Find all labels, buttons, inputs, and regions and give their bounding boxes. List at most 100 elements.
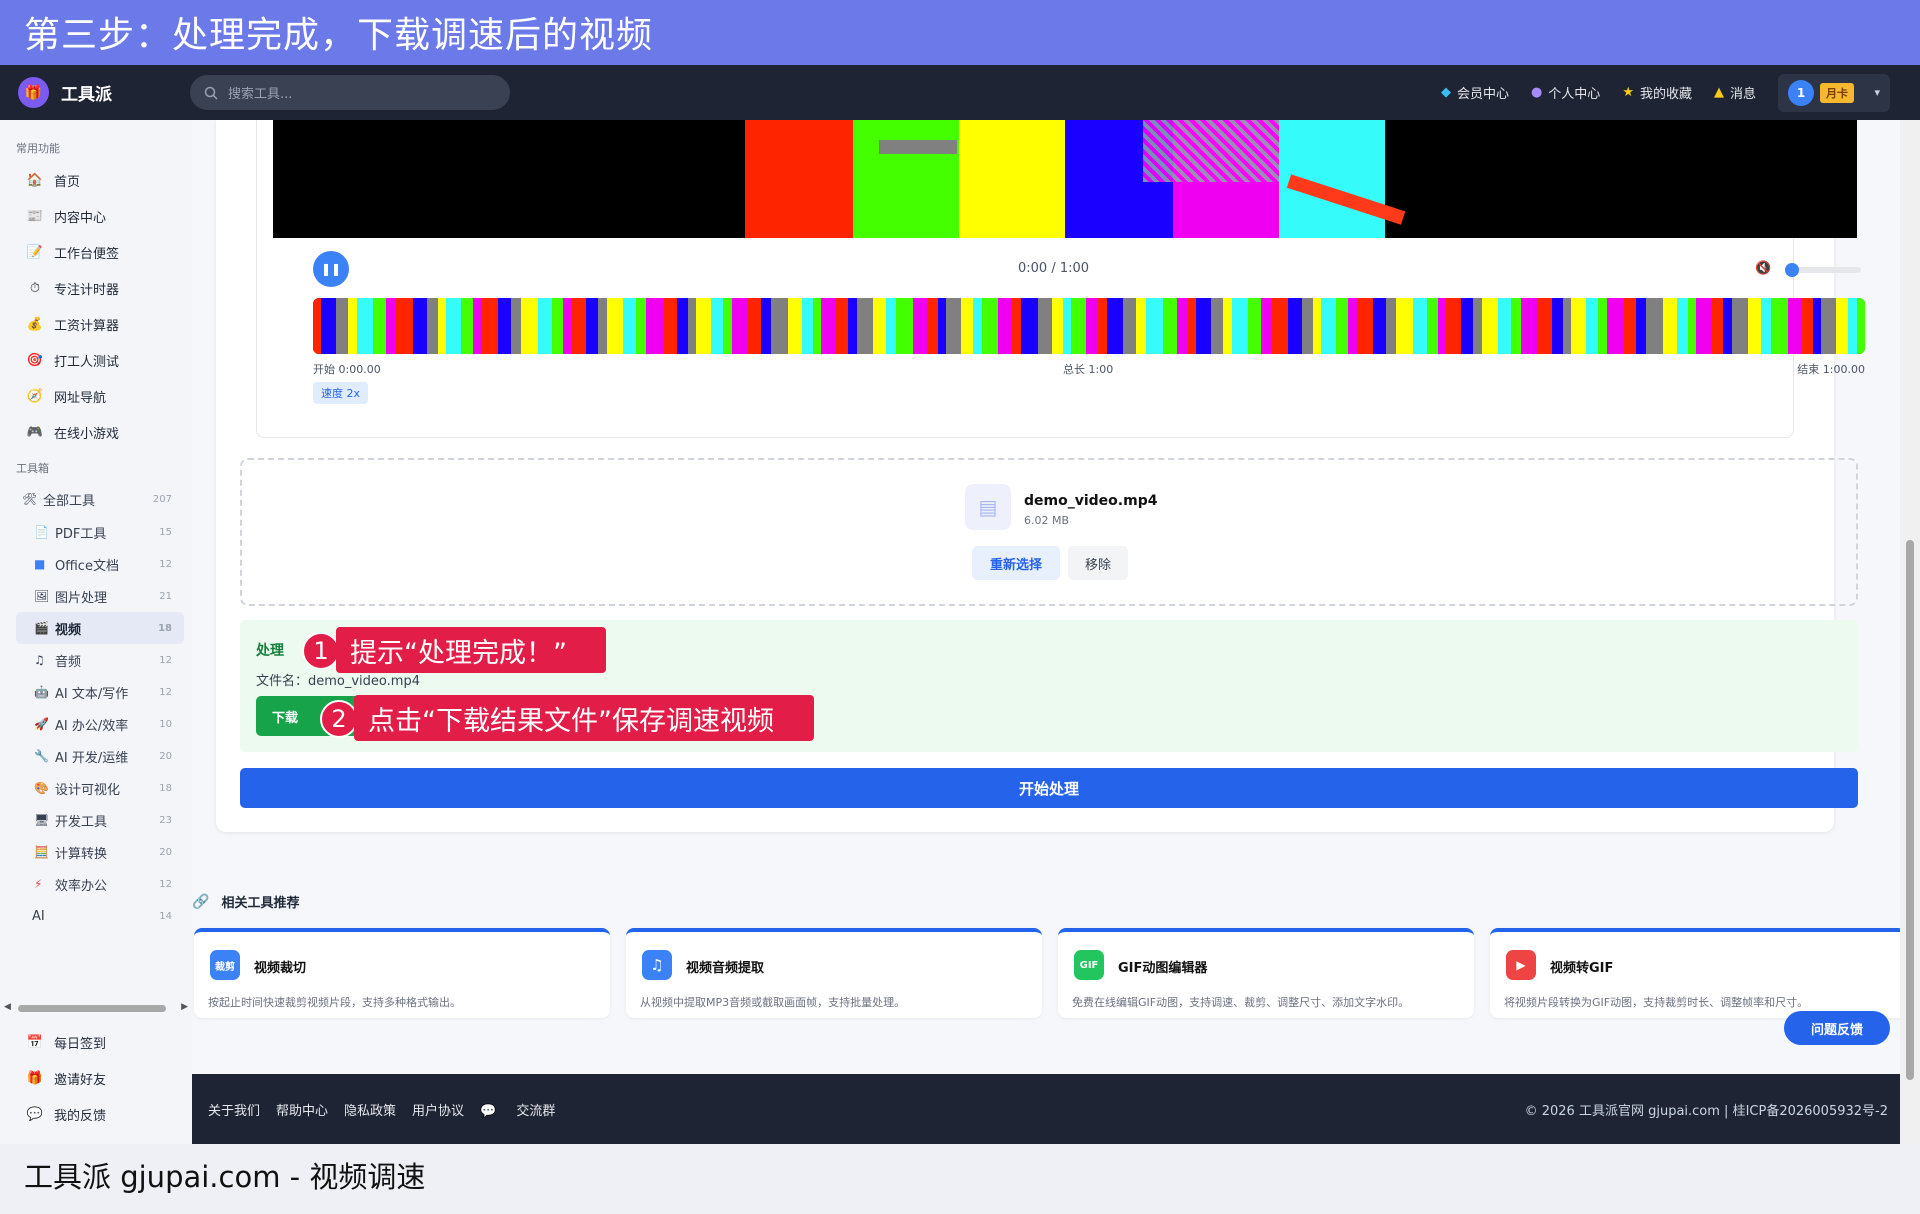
timeline-frame-stripe <box>1336 298 1348 354</box>
reselect-button[interactable]: 重新选择 <box>972 546 1060 580</box>
sidebar-item-image[interactable]: 🖼 图片处理 21 <box>0 580 192 612</box>
timeline-frame-stripe <box>998 298 1011 354</box>
related-card-video-to-gif[interactable]: ▶ 视频转GIF 将视频片段转换为GIF动图，支持裁剪时长、调整帧率和尺寸。 <box>1490 928 1900 1018</box>
pause-button[interactable]: ❚❚ <box>313 251 349 287</box>
footer-link-terms[interactable]: 用户协议 <box>412 1100 464 1119</box>
sidebar-item-checkin[interactable]: 📅 每日签到 <box>0 1024 192 1060</box>
timeline-frame-stripe <box>723 298 732 354</box>
timeline-frame-stripe <box>1552 298 1563 354</box>
sidebar: 常用功能 🏠 首页 📰 内容中心 📝 工作台便签 ⏱ 专注计时器 💰 工资计算器 🎯 打工人… <box>0 120 192 1144</box>
related-card-gif-editor[interactable]: GIF GIF动图编辑器 免费在线编辑GIF动图，支持调速、裁剪、调整尺寸、添加… <box>1058 928 1474 1018</box>
sidebar-item-nav[interactable]: 🧭 网址导航 <box>0 378 192 414</box>
sidebar-item-notes[interactable]: 📝 工作台便签 <box>0 234 192 270</box>
scrollbar-thumb[interactable] <box>1906 540 1914 1080</box>
membership-badge: 月卡 <box>1820 82 1854 103</box>
user-icon: ● <box>1530 85 1543 100</box>
upload-dropzone[interactable]: ▤ demo_video.mp4 6.02 MB 重新选择 移除 <box>240 458 1858 606</box>
sidebar-item-salary[interactable]: 💰 工资计算器 <box>0 306 192 342</box>
sidebar-item-calc[interactable]: 🧮 计算转换 20 <box>0 836 192 868</box>
timeline-frame-stripe <box>857 298 873 354</box>
sidebar-item-design[interactable]: 🎨 设计可视化 18 <box>0 772 192 804</box>
video-preview[interactable] <box>273 120 1857 238</box>
sidebar-item-content[interactable]: 📰 内容中心 <box>0 198 192 234</box>
sidebar-item-office[interactable]: ■ Office文档 12 <box>0 548 192 580</box>
sidebar-item-audio[interactable]: ♫ 音频 12 <box>0 644 192 676</box>
sidebar-item-invite[interactable]: 🎁 邀请好友 <box>0 1060 192 1096</box>
feedback-button[interactable]: 问题反馈 <box>1784 1011 1890 1045</box>
timeline-frame-stripe <box>1357 298 1373 354</box>
sidebar-item-home[interactable]: 🏠 首页 <box>0 162 192 198</box>
search-input[interactable]: 搜索工具... <box>190 75 510 110</box>
sidebar-item-video[interactable]: 🎬 视频 18 <box>16 612 184 644</box>
sidebar-item-timer[interactable]: ⏱ 专注计时器 <box>0 270 192 306</box>
volume-slider[interactable] <box>1785 263 1861 277</box>
sidebar-item-ai[interactable]: AI 14 <box>0 900 192 932</box>
timeline-frame-stripe <box>521 298 538 354</box>
nav-favorites[interactable]: ★ 我的收藏 <box>1622 83 1692 102</box>
nav-messages[interactable]: ▲ 消息 <box>1714 83 1756 102</box>
volume-knob[interactable] <box>1785 263 1799 277</box>
nav-personal-center[interactable]: ● 个人中心 <box>1531 83 1600 102</box>
link-icon: 🔗 <box>192 893 210 910</box>
timeline-frame-stripe <box>563 298 571 354</box>
mute-icon[interactable]: 🔇 <box>1755 261 1771 276</box>
footer-link-privacy[interactable]: 隐私政策 <box>344 1100 396 1119</box>
timeline-frame-stripe <box>1732 298 1748 354</box>
timeline-frame-stripe <box>1396 298 1413 354</box>
sidebar-item-games[interactable]: 🎮 在线小游戏 <box>0 414 192 450</box>
sidebar-item-all-tools[interactable]: 🛠 全部工具 207 <box>0 482 192 516</box>
player-controls: ❚❚ 0:00 / 1:00 🔇 <box>313 251 1881 287</box>
related-card-video-cut[interactable]: 裁剪 视频裁切 按起止时间快速裁剪视频片段，支持多种格式输出。 <box>194 928 610 1018</box>
timeline-frame-stripe <box>1461 298 1473 354</box>
timeline-frame-stripe <box>836 298 848 354</box>
site-logo[interactable]: 🎁 工具派 <box>18 77 190 108</box>
top-navbar: 🎁 工具派 搜索工具... ◆ 会员中心 ● 个人中心 ★ 我的收藏 ▲ 消息 1 月卡… <box>0 65 1920 120</box>
scrollbar-thumb[interactable] <box>18 1005 166 1012</box>
footer-link-about[interactable]: 关于我们 <box>208 1100 260 1119</box>
timeline-frame-stripe <box>623 298 636 354</box>
timeline-frame-stripe <box>1482 298 1498 354</box>
sidebar-horizontal-scrollbar[interactable]: ◀ ▶ <box>4 1000 188 1016</box>
money-icon: 💰 <box>26 316 44 332</box>
document-icon: ■ <box>34 557 46 571</box>
timeline-frame-stripe <box>1623 298 1636 354</box>
related-card-audio-extract[interactable]: ♫ 视频音频提取 从视频中提取MP3音频或截取画面帧，支持批量处理。 <box>626 928 1042 1018</box>
sidebar-item-efficiency[interactable]: ⚡ 效率办公 12 <box>0 868 192 900</box>
video-frame-stripe <box>745 120 853 238</box>
timeline-frame-stripe <box>511 298 521 354</box>
scroll-left-icon[interactable]: ◀ <box>4 1002 11 1012</box>
sidebar-item-feedback[interactable]: 💬 我的反馈 <box>0 1096 192 1132</box>
timeline-frame-stripe <box>586 298 598 354</box>
start-processing-button[interactable]: 开始处理 <box>240 768 1858 808</box>
monitor-icon: 🖥 <box>34 813 50 827</box>
star-icon: ★ <box>1622 85 1634 100</box>
callout-1: 提示“处理完成！” <box>336 627 606 673</box>
timeline-thumbnails[interactable] <box>313 298 1865 354</box>
timeline-frame-stripe <box>1636 298 1646 354</box>
scroll-right-icon[interactable]: ▶ <box>181 1002 188 1012</box>
sidebar-item-test[interactable]: 🎯 打工人测试 <box>0 342 192 378</box>
timeline-frame-stripe <box>688 298 696 354</box>
newspaper-icon: 📰 <box>26 208 44 224</box>
pause-icon: ❚❚ <box>320 262 342 276</box>
rocket-icon: 🚀 <box>34 717 49 731</box>
sidebar-item-devtools[interactable]: 🖥 开发工具 23 <box>0 804 192 836</box>
sidebar-item-pdf[interactable]: 📄 PDF工具 15 <box>0 516 192 548</box>
timeline-frame-stripe <box>461 298 473 354</box>
remove-button[interactable]: 移除 <box>1068 546 1128 580</box>
page-scrollbar[interactable] <box>1900 120 1920 1144</box>
timeline-frame-stripe <box>636 298 646 354</box>
calculator-icon: 🧮 <box>34 845 49 859</box>
sidebar-item-ai-writing[interactable]: 🤖 AI 文本/写作 12 <box>0 676 192 708</box>
timeline-frame-stripe <box>1321 298 1336 354</box>
timeline-frame-stripe <box>386 298 396 354</box>
footer-link-help[interactable]: 帮助中心 <box>276 1100 328 1119</box>
timeline-frame-stripe <box>1821 298 1836 354</box>
timeline-frame-stripe <box>1107 298 1123 354</box>
user-menu[interactable]: 1 月卡 ▾ <box>1778 73 1890 112</box>
nav-vip-center[interactable]: ◆ 会员中心 <box>1441 83 1509 102</box>
sidebar-item-ai-office[interactable]: 🚀 AI 办公/效率 10 <box>0 708 192 740</box>
footer-link-group[interactable]: 💬 交流群 <box>480 1100 571 1119</box>
sidebar-item-ai-dev[interactable]: 🔧 AI 开发/运维 20 <box>0 740 192 772</box>
timeline-frame-stripe <box>1688 298 1696 354</box>
